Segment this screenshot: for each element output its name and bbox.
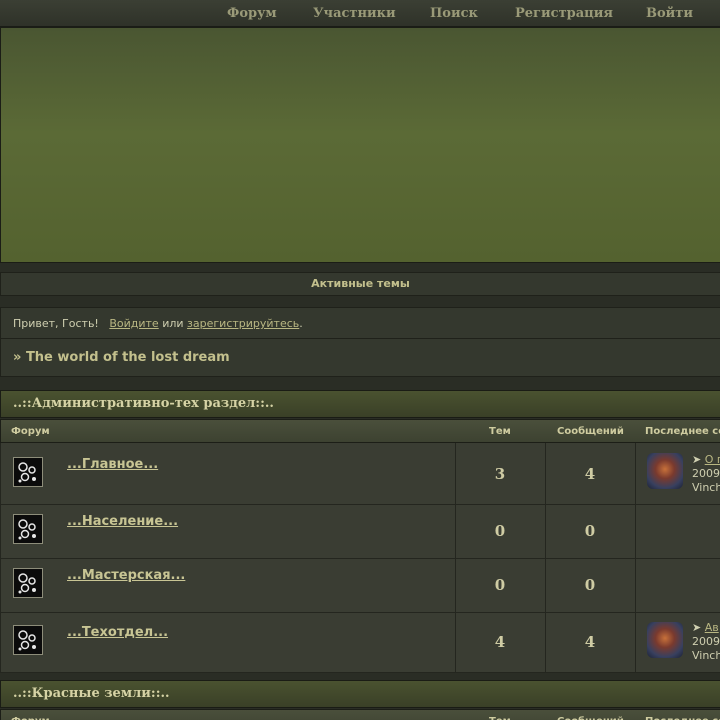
arrow-right-icon: ➤ bbox=[692, 621, 702, 634]
last-post-link[interactable]: О п bbox=[705, 453, 720, 466]
last-post-info: ➤ Ав 2009/ Vinch bbox=[692, 621, 720, 663]
nav-search[interactable]: Поиск bbox=[430, 6, 478, 21]
col-posts: Сообщений bbox=[557, 426, 624, 437]
col-forum: Форум bbox=[11, 426, 50, 437]
forum-row: ...Техотдел... 4 4 ➤ Ав 2009/ Vinch bbox=[0, 613, 720, 673]
col-last-post: Последнее со bbox=[645, 426, 720, 437]
forum-bubbles-icon bbox=[13, 514, 43, 544]
forum-row: ...Население... 0 0 bbox=[0, 505, 720, 559]
register-link[interactable]: зарегистрируйтесь bbox=[187, 317, 299, 330]
forum-bubbles-icon bbox=[13, 568, 43, 598]
forum-bubbles-icon bbox=[13, 457, 43, 487]
header-banner bbox=[0, 27, 720, 263]
guest-greeting: Привет, Гость! Войдите или зарегистрируй… bbox=[0, 307, 720, 339]
forum-title-link[interactable]: ...Население... bbox=[67, 514, 178, 529]
topic-count: 0 bbox=[494, 522, 506, 540]
forum-title-link[interactable]: ...Мастерская... bbox=[67, 568, 185, 583]
forum-title-link[interactable]: ...Техотдел... bbox=[67, 625, 168, 640]
nav-register[interactable]: Регистрация bbox=[515, 6, 613, 21]
topic-count: 3 bbox=[494, 465, 506, 483]
post-count: 4 bbox=[584, 633, 596, 651]
active-topics-link[interactable]: Активные темы bbox=[0, 272, 720, 296]
greeting-suffix: . bbox=[299, 317, 303, 330]
forum-row: ...Главное... 3 4 ➤ О п 2009/ Vinch bbox=[0, 443, 720, 505]
forum-title-link[interactable]: ...Главное... bbox=[67, 457, 158, 472]
top-navigation: Форум Участники Поиск Регистрация Войти bbox=[0, 0, 720, 27]
col-last-post: Последнее со bbox=[645, 716, 720, 720]
last-post-user[interactable]: Vinch bbox=[692, 481, 720, 495]
column-header-row: Форум Тем Сообщений Последнее со bbox=[0, 709, 720, 720]
avatar[interactable] bbox=[647, 622, 683, 658]
arrow-right-icon: ➤ bbox=[692, 453, 702, 466]
greeting-text: Привет, Гость! bbox=[13, 317, 99, 330]
post-count: 0 bbox=[584, 576, 596, 594]
greeting-or: или bbox=[162, 317, 184, 330]
col-posts: Сообщений bbox=[557, 716, 624, 720]
last-post-date: 2009/ bbox=[692, 467, 720, 480]
category-header[interactable]: ..::Красные земли::.. bbox=[0, 680, 720, 708]
topic-count: 4 bbox=[494, 633, 506, 651]
topic-count: 0 bbox=[494, 576, 506, 594]
nav-forum[interactable]: Форум bbox=[227, 6, 277, 21]
breadcrumb-arrow: » bbox=[13, 350, 22, 365]
col-topics: Тем bbox=[489, 426, 511, 437]
column-header-row: Форум Тем Сообщений Последнее со bbox=[0, 419, 720, 443]
post-count: 4 bbox=[584, 465, 596, 483]
breadcrumb: » The world of the lost dream bbox=[0, 339, 720, 377]
breadcrumb-home[interactable]: The world of the lost dream bbox=[26, 350, 230, 365]
post-count: 0 bbox=[584, 522, 596, 540]
last-post-info: ➤ О п 2009/ Vinch bbox=[692, 453, 720, 495]
forum-bubbles-icon bbox=[13, 625, 43, 655]
avatar[interactable] bbox=[647, 453, 683, 489]
last-post-date: 2009/ bbox=[692, 635, 720, 648]
category-header[interactable]: ..::Административно-тех раздел::.. bbox=[0, 390, 720, 418]
login-link[interactable]: Войдите bbox=[109, 317, 158, 330]
nav-login[interactable]: Войти bbox=[646, 6, 693, 21]
nav-members[interactable]: Участники bbox=[313, 6, 396, 21]
last-post-user[interactable]: Vinch bbox=[692, 649, 720, 663]
last-post-link[interactable]: Ав bbox=[705, 621, 719, 634]
col-topics: Тем bbox=[489, 716, 511, 720]
col-forum: Форум bbox=[11, 716, 50, 720]
forum-row: ...Мастерская... 0 0 bbox=[0, 559, 720, 613]
